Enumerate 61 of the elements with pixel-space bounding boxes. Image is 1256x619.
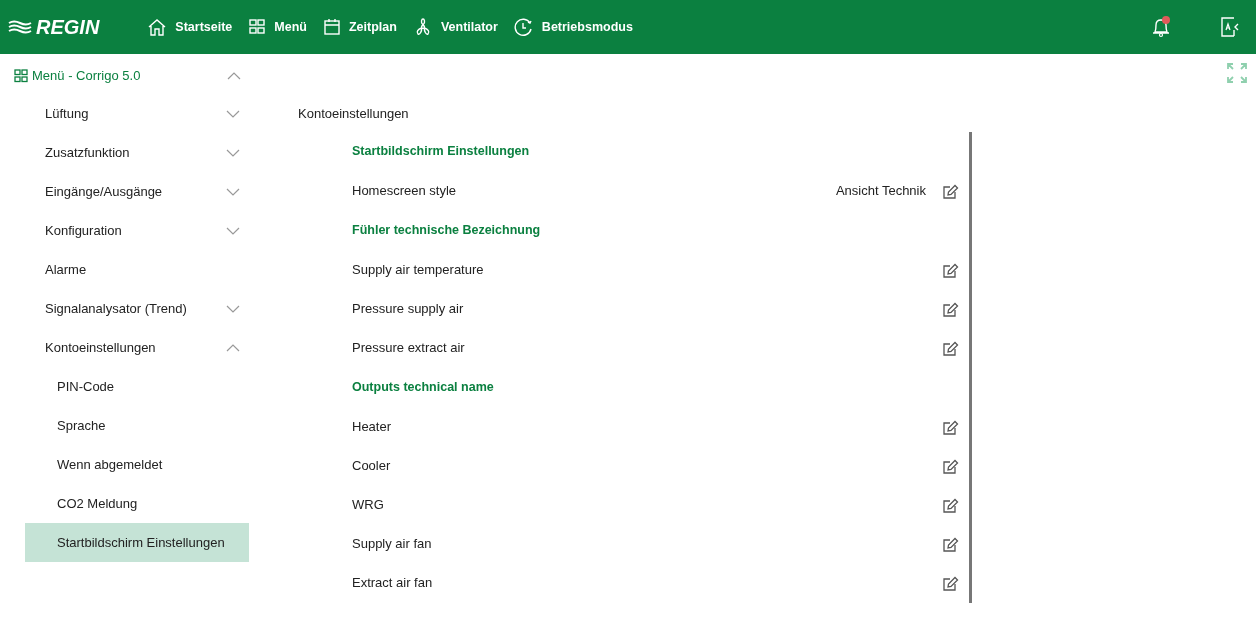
edit-button[interactable] — [942, 496, 959, 514]
edit-icon — [942, 182, 959, 200]
edit-button[interactable] — [942, 182, 959, 200]
edit-icon — [942, 535, 959, 553]
menu-item[interactable]: Zusatzfunktion — [25, 133, 249, 172]
setting-label: Heater — [352, 418, 392, 437]
logout-button[interactable] — [1220, 16, 1240, 38]
edit-button[interactable] — [942, 300, 959, 318]
setting-label: Cooler — [352, 457, 391, 476]
menu-item[interactable]: Sprache — [25, 406, 249, 445]
notifications-button[interactable] — [1150, 16, 1172, 38]
edit-button[interactable] — [942, 535, 959, 553]
edit-icon — [942, 574, 959, 592]
edit-button[interactable] — [942, 574, 959, 592]
menu-item[interactable]: Kontoeinstellungen — [25, 328, 249, 367]
nav-link[interactable]: Menü — [248, 17, 307, 37]
waves-icon — [8, 20, 32, 34]
nav-link[interactable]: Betriebsmodus — [513, 17, 633, 37]
menu-item[interactable]: Eingänge/Ausgänge — [25, 172, 249, 211]
nav-link[interactable]: Ventilator — [412, 17, 498, 37]
edit-icon — [942, 261, 959, 279]
menu-item[interactable]: Lüftung — [25, 94, 249, 133]
setting-value: Ansicht Technik — [835, 182, 926, 201]
edit-icon — [942, 300, 959, 318]
setting-label: Supply air temperature — [352, 261, 484, 280]
menu-item[interactable]: Konfiguration — [25, 211, 249, 250]
edit-icon — [942, 496, 959, 514]
grid-icon — [248, 18, 267, 36]
clock-icon — [513, 18, 534, 36]
setting-label: Pressure supply air — [352, 300, 464, 319]
nav-link[interactable]: Startseite — [147, 17, 233, 37]
menu-item[interactable]: Alarme — [25, 250, 249, 289]
menu-root-item[interactable]: Menü - Corrigo 5.0 — [0, 58, 250, 94]
setting-label: Extract air fan — [352, 574, 433, 593]
nav-link[interactable]: Zeitplan — [322, 17, 397, 37]
edit-button[interactable] — [942, 261, 959, 279]
setting-label: Supply air fan — [352, 535, 432, 554]
edit-button[interactable] — [942, 339, 959, 357]
edit-button[interactable] — [942, 457, 959, 475]
section-heading: Outputs technical name — [352, 379, 494, 397]
calendar-icon — [322, 18, 341, 36]
grid-icon — [14, 69, 28, 83]
menu-item[interactable]: Wenn abgemeldet — [25, 445, 249, 484]
home-icon — [147, 18, 168, 36]
breadcrumb: Kontoeinstellungen — [298, 105, 410, 123]
exit-icon — [1220, 16, 1240, 38]
menu-item[interactable]: Startbildschirm Einstellungen — [25, 523, 249, 562]
section-heading: Fühler technische Bezeichnung — [352, 222, 541, 240]
edit-button[interactable] — [942, 418, 959, 436]
edit-icon — [942, 457, 959, 475]
bell-icon — [1150, 16, 1172, 38]
logo-text: REGIN — [36, 15, 100, 40]
menu-item[interactable]: PIN-Code — [25, 367, 249, 406]
setting-label: Homescreen style — [352, 182, 457, 201]
menu-item[interactable]: CO2 Meldung — [25, 484, 249, 523]
setting-label: WRG — [352, 496, 384, 515]
setting-label: Pressure extract air — [352, 339, 465, 358]
menu-item[interactable]: Signalanalysator (Trend) — [25, 289, 249, 328]
section-heading: Startbildschirm Einstellungen — [352, 143, 530, 161]
edit-icon — [942, 339, 959, 357]
edit-icon — [942, 418, 959, 436]
